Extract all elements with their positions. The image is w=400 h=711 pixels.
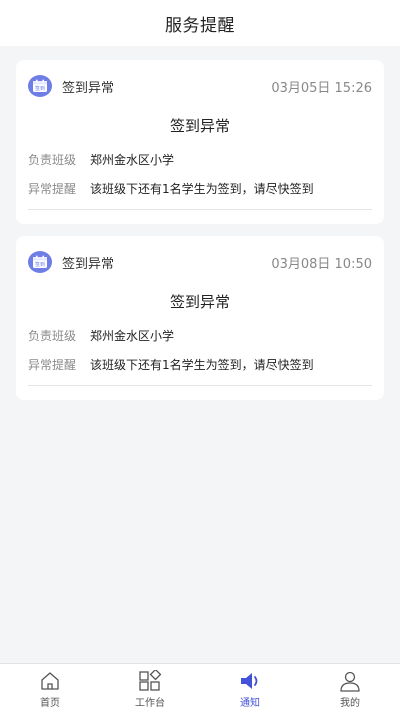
notice-card-header: 签到 签到异常 03月05日 15:26 — [28, 74, 372, 98]
notice-class-row: 负责班级 郑州金水区小学 — [28, 327, 372, 344]
tab-notifications[interactable]: 通知 — [200, 664, 300, 711]
calendar-icon-text: 签到 — [35, 85, 45, 92]
user-icon — [338, 670, 362, 692]
home-icon — [38, 670, 62, 692]
tab-label: 我的 — [340, 698, 360, 709]
notice-card-header: 签到 签到异常 03月08日 10:50 — [28, 250, 372, 274]
calendar-icon-text: 签到 — [35, 261, 45, 268]
notice-time: 03月08日 10:50 — [271, 256, 372, 272]
notice-reminder-row: 异常提醒 该班级下还有1名学生为签到，请尽快签到 — [28, 356, 372, 373]
calendar-icon: 签到 — [28, 75, 52, 97]
row-label: 异常提醒 — [28, 358, 77, 372]
tab-workbench[interactable]: 工作台 — [100, 664, 200, 711]
tab-mine[interactable]: 我的 — [300, 664, 400, 711]
notice-time: 03月05日 15:26 — [271, 80, 372, 96]
bottom-tab-bar: 首页 工作台 通知 我的 — [0, 663, 400, 711]
tab-home[interactable]: 首页 — [0, 664, 100, 711]
speaker-icon — [238, 670, 262, 692]
notice-class-row: 负责班级 郑州金水区小学 — [28, 151, 372, 168]
tab-label: 工作台 — [135, 698, 165, 709]
row-value: 该班级下还有1名学生为签到，请尽快签到 — [90, 182, 314, 196]
divider — [28, 209, 372, 210]
divider — [28, 385, 372, 386]
notice-card[interactable]: 签到 签到异常 03月05日 15:26 签到异常 负责班级 郑州金水区小学 异… — [16, 60, 384, 224]
row-value: 该班级下还有1名学生为签到，请尽快签到 — [90, 358, 314, 372]
notice-card[interactable]: 签到 签到异常 03月08日 10:50 签到异常 负责班级 郑州金水区小学 异… — [16, 236, 384, 400]
tab-label: 首页 — [40, 698, 60, 709]
notice-list: 签到 签到异常 03月05日 15:26 签到异常 负责班级 郑州金水区小学 异… — [0, 46, 400, 400]
page-title: 服务提醒 — [165, 15, 235, 36]
notice-title: 签到异常 — [169, 293, 230, 311]
top-bar: 服务提醒 — [0, 0, 400, 46]
row-value: 郑州金水区小学 — [90, 329, 175, 343]
row-value: 郑州金水区小学 — [90, 153, 175, 167]
row-label: 异常提醒 — [28, 182, 77, 196]
notice-type: 签到异常 — [62, 80, 115, 96]
notice-type: 签到异常 — [62, 256, 115, 272]
row-label: 负责班级 — [28, 153, 77, 167]
workbench-icon — [138, 670, 162, 692]
row-label: 负责班级 — [28, 329, 77, 343]
notice-reminder-row: 异常提醒 该班级下还有1名学生为签到，请尽快签到 — [28, 180, 372, 197]
notice-title: 签到异常 — [169, 117, 230, 135]
calendar-icon: 签到 — [28, 251, 52, 273]
tab-label: 通知 — [240, 698, 260, 709]
